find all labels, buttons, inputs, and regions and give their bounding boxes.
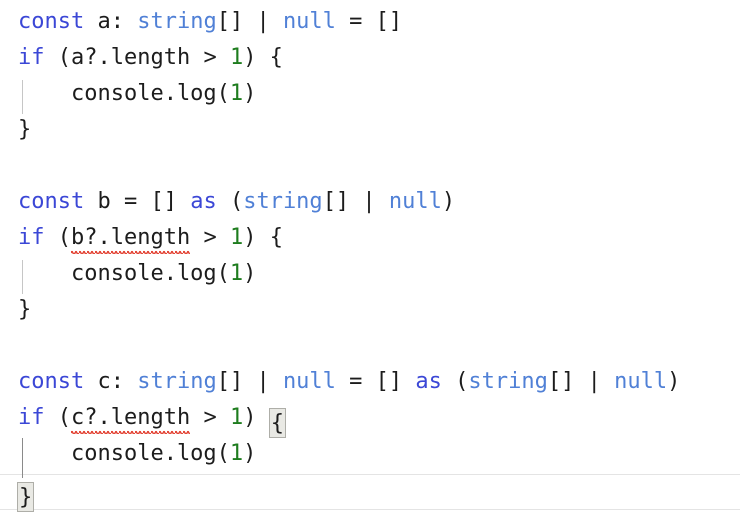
code-line-1[interactable]: const a: string[] | null = []: [0, 4, 740, 40]
token: >: [190, 225, 230, 250]
token: const: [18, 189, 85, 214]
code-line-9-content: }: [18, 292, 31, 328]
token: null: [614, 369, 668, 394]
code-line-12-content: if (c?.length > 1) {: [18, 400, 286, 438]
token: 1: [229, 405, 244, 430]
code-line-11[interactable]: const c: string[] | null = [] as (string…: [0, 364, 740, 400]
token: null: [282, 9, 336, 34]
code-line-11-content: const c: string[] | null = [] as (string…: [18, 364, 680, 400]
code-line-5[interactable]: [0, 148, 740, 184]
code-line-9[interactable]: }: [0, 292, 740, 328]
token: const: [18, 9, 85, 34]
token: 1: [229, 81, 244, 106]
code-line-7-content: if (b?.length > 1) {: [18, 220, 283, 256]
token: 1: [229, 225, 244, 250]
token: = []: [335, 369, 416, 394]
code-line-4-content: }: [18, 112, 31, 148]
code-line-3-content: console.log(1): [18, 76, 256, 112]
token: ): [667, 369, 681, 394]
token: if: [18, 45, 45, 70]
token: ): [243, 81, 257, 106]
token: }: [18, 297, 32, 322]
token: (a?.length >: [44, 45, 230, 70]
error-squiggle: c?.length: [71, 400, 191, 436]
code-line-14[interactable]: }: [0, 474, 740, 512]
token: [] |: [216, 369, 283, 394]
error-squiggle: b?.length: [71, 220, 191, 256]
token: ): [243, 261, 257, 286]
code-line-10[interactable]: [0, 328, 740, 364]
token: as: [190, 189, 217, 214]
code-line-2[interactable]: if (a?.length > 1) {: [0, 40, 740, 76]
token: string: [137, 9, 217, 34]
token: null: [282, 369, 336, 394]
code-line-13-content: console.log(1): [18, 436, 256, 472]
bracket-match-highlight: {: [268, 408, 286, 438]
token: (: [44, 225, 71, 250]
token: null: [388, 189, 442, 214]
token: if: [18, 225, 45, 250]
code-line-8-content: console.log(1): [18, 256, 256, 292]
code-line-14-content: }: [17, 474, 35, 512]
token: }: [18, 117, 32, 142]
token: ) {: [243, 45, 283, 70]
code-line-12[interactable]: if (c?.length > 1) {: [0, 400, 740, 438]
token: b = []: [84, 189, 191, 214]
code-line-8[interactable]: console.log(1): [0, 256, 740, 292]
code-line-1-content: const a: string[] | null = []: [18, 4, 402, 40]
token: console.log(: [18, 81, 230, 106]
token: = []: [335, 9, 403, 34]
token: ): [243, 441, 257, 466]
code-line-7[interactable]: if (b?.length > 1) {: [0, 220, 740, 256]
token: string: [468, 369, 548, 394]
token: [] |: [322, 189, 389, 214]
token: [] |: [216, 9, 283, 34]
token: [] |: [547, 369, 615, 394]
code-line-3[interactable]: console.log(1): [0, 76, 740, 112]
code-editor[interactable]: const a: string[] | null = [] if (a?.len…: [0, 0, 740, 528]
token: console.log(: [18, 261, 230, 286]
token: const: [18, 369, 85, 394]
token: ) {: [243, 225, 283, 250]
token: b?.length: [71, 225, 191, 250]
token: string: [137, 369, 217, 394]
token: (: [44, 405, 71, 430]
token: (: [441, 369, 469, 394]
code-line-13[interactable]: console.log(1): [0, 436, 740, 472]
token: a:: [84, 9, 138, 34]
token: c?.length: [71, 405, 191, 430]
code-line-6-content: const b = [] as (string[] | null): [18, 184, 455, 220]
token: as: [415, 369, 442, 394]
code-line-6[interactable]: const b = [] as (string[] | null): [0, 184, 740, 220]
token: ): [243, 405, 270, 430]
token: c:: [84, 369, 138, 394]
token: 1: [229, 441, 244, 466]
token: 1: [229, 45, 244, 70]
token: console.log(: [18, 441, 230, 466]
token: string: [243, 189, 323, 214]
token: ): [441, 189, 456, 214]
token: if: [18, 405, 45, 430]
bracket-match-highlight: }: [17, 482, 35, 512]
code-line-4[interactable]: }: [0, 112, 740, 148]
code-line-2-content: if (a?.length > 1) {: [18, 40, 283, 76]
token: (: [216, 189, 244, 214]
token: 1: [229, 261, 244, 286]
token: >: [190, 405, 230, 430]
